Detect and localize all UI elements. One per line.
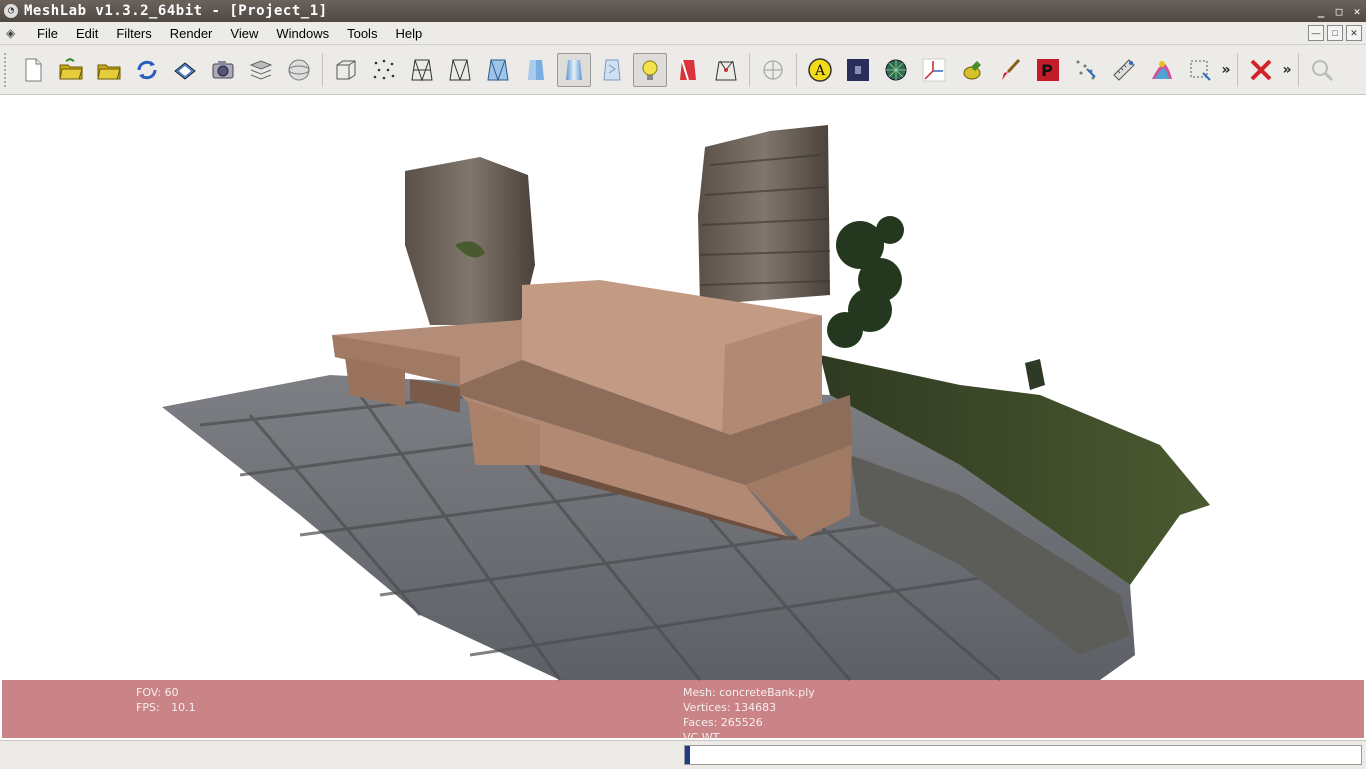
- mesh-render: [162, 125, 1210, 682]
- align-icon[interactable]: [955, 53, 989, 87]
- flat-icon[interactable]: [519, 53, 553, 87]
- mdi-minimize-icon[interactable]: —: [1308, 25, 1324, 41]
- search-icon[interactable]: [1305, 53, 1339, 87]
- menu-help[interactable]: Help: [386, 26, 431, 41]
- faces-count: Faces: 265526: [683, 716, 763, 729]
- menu-windows[interactable]: Windows: [267, 26, 338, 41]
- fps-label: FPS:: [136, 701, 160, 714]
- measure-icon[interactable]: [1107, 53, 1141, 87]
- main-toolbar: A P » »: [0, 45, 1366, 95]
- sphere-view-icon[interactable]: [282, 53, 316, 87]
- wireframe-icon[interactable]: [405, 53, 439, 87]
- filter-bg-icon[interactable]: [841, 53, 875, 87]
- new-project-icon[interactable]: [16, 53, 50, 87]
- colorize-icon[interactable]: [1145, 53, 1179, 87]
- bbox-icon[interactable]: [329, 53, 363, 87]
- fov-row: FOV: 60: [136, 685, 196, 700]
- trackball-icon[interactable]: [756, 53, 790, 87]
- layers-icon[interactable]: [244, 53, 278, 87]
- render-stats: FOV: 60 FPS: 10.1: [136, 685, 196, 715]
- sphere-mesh-icon[interactable]: [879, 53, 913, 87]
- parameterize-icon[interactable]: P: [1031, 53, 1065, 87]
- points-icon[interactable]: [367, 53, 401, 87]
- close-icon[interactable]: [1244, 53, 1278, 87]
- menu-render[interactable]: Render: [161, 26, 222, 41]
- fov-value: 60: [164, 686, 179, 699]
- mesh-stats: Mesh: concreteBank.ply Vertices: 134683 …: [683, 685, 815, 745]
- texture-icon[interactable]: [595, 53, 629, 87]
- mdi-window-icon[interactable]: ◈: [6, 26, 22, 40]
- toolbar-separator: [796, 52, 797, 87]
- menu-file[interactable]: File: [28, 26, 67, 41]
- fps-value: 10.1: [171, 701, 196, 714]
- window-title: MeshLab v1.3.2_64bit - [Project_1]: [24, 3, 328, 19]
- menu-bar: ◈ File Edit Filters Render View Windows …: [0, 22, 1366, 45]
- open-project-icon[interactable]: [54, 53, 88, 87]
- mesh-name: Mesh: concreteBank.ply: [683, 686, 815, 699]
- paint-icon[interactable]: [993, 53, 1027, 87]
- smooth-icon[interactable]: [557, 52, 591, 87]
- menu-view[interactable]: View: [221, 26, 267, 41]
- hidden-lines-icon[interactable]: [443, 53, 477, 87]
- select-icon[interactable]: [1183, 53, 1217, 87]
- reload-icon[interactable]: [130, 53, 164, 87]
- progress-bar: [684, 745, 1362, 765]
- toolbar-separator: [1298, 52, 1299, 87]
- normals-icon[interactable]: [709, 53, 743, 87]
- title-bar: ◔ MeshLab v1.3.2_64bit - [Project_1] _ □…: [0, 0, 1366, 22]
- toolbar-separator: [749, 52, 750, 87]
- 3d-viewport[interactable]: [0, 95, 1366, 740]
- save-icon[interactable]: [168, 53, 202, 87]
- status-bar: [0, 740, 1366, 769]
- minimize-icon[interactable]: _: [1312, 5, 1330, 18]
- annotation-icon[interactable]: A: [803, 53, 837, 87]
- menu-tools[interactable]: Tools: [338, 26, 386, 41]
- snapshot-icon[interactable]: [206, 53, 240, 87]
- progress-fill: [685, 746, 691, 764]
- fov-label: FOV:: [136, 686, 162, 699]
- close-window-icon[interactable]: ✕: [1348, 5, 1366, 18]
- light-icon[interactable]: [633, 52, 667, 87]
- toolbar-separator: [1237, 52, 1238, 87]
- menu-edit[interactable]: Edit: [67, 26, 107, 41]
- mdi-controls: — □ ✕: [1308, 25, 1362, 41]
- backface-icon[interactable]: [671, 53, 705, 87]
- axis-icon[interactable]: [917, 53, 951, 87]
- meshlab-logo-icon: ◔: [4, 4, 18, 18]
- fps-row: FPS: 10.1: [136, 700, 196, 715]
- flat-lines-icon[interactable]: [481, 53, 515, 87]
- info-overlay: FOV: 60 FPS: 10.1 Mesh: concreteBank.ply…: [2, 680, 1364, 744]
- toolbar-grip[interactable]: [4, 52, 10, 87]
- toolbar-separator: [322, 52, 323, 87]
- toolbar-more-icon-2[interactable]: »: [1280, 62, 1294, 78]
- svg-text:P: P: [1041, 61, 1053, 80]
- import-mesh-icon[interactable]: [92, 53, 126, 87]
- maximize-icon[interactable]: □: [1330, 5, 1348, 18]
- pick-points-icon[interactable]: [1069, 53, 1103, 87]
- menu-filters[interactable]: Filters: [107, 26, 160, 41]
- svg-text:A: A: [814, 63, 826, 79]
- toolbar-more-icon[interactable]: »: [1219, 62, 1233, 78]
- vertices-count: Vertices: 134683: [683, 701, 777, 714]
- mdi-close-icon[interactable]: ✕: [1346, 25, 1362, 41]
- mdi-restore-icon[interactable]: □: [1327, 25, 1343, 41]
